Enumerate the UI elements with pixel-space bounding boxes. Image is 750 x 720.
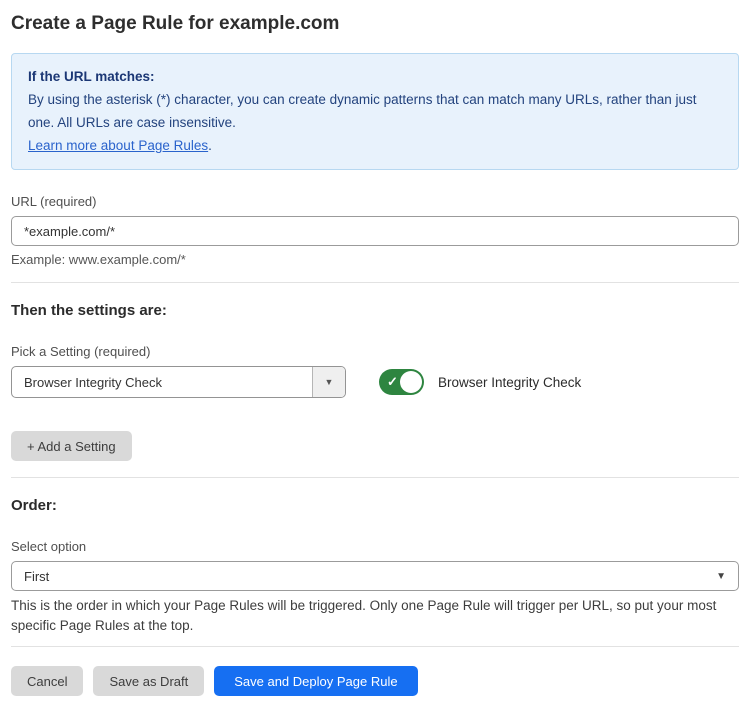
toggle-knob xyxy=(400,371,422,393)
save-draft-button[interactable]: Save as Draft xyxy=(93,666,204,696)
order-select-value: First xyxy=(12,569,716,584)
cancel-button[interactable]: Cancel xyxy=(11,666,83,696)
check-icon: ✓ xyxy=(387,375,398,388)
pick-setting-label: Pick a Setting (required) xyxy=(11,344,739,360)
url-example-text: Example: www.example.com/* xyxy=(11,252,739,268)
url-input[interactable] xyxy=(11,216,739,246)
setting-select-value: Browser Integrity Check xyxy=(12,375,312,390)
browser-integrity-toggle[interactable]: ✓ xyxy=(379,369,424,395)
order-select-label: Select option xyxy=(11,539,739,555)
toggle-label: Browser Integrity Check xyxy=(438,375,581,390)
info-box-body: By using the asterisk (*) character, you… xyxy=(28,88,722,134)
learn-more-link[interactable]: Learn more about Page Rules xyxy=(28,138,208,153)
toggle-wrap: ✓ Browser Integrity Check xyxy=(379,369,581,395)
order-help-text: This is the order in which your Page Rul… xyxy=(11,596,731,636)
page-rule-form: Create a Page Rule for example.com If th… xyxy=(0,12,750,696)
order-select[interactable]: First ▼ xyxy=(11,561,739,591)
add-setting-button[interactable]: + Add a Setting xyxy=(11,431,132,461)
divider xyxy=(11,282,739,283)
chevron-down-icon[interactable]: ▼ xyxy=(312,367,345,397)
setting-row: Browser Integrity Check ▼ ✓ Browser Inte… xyxy=(11,366,739,398)
save-deploy-button[interactable]: Save and Deploy Page Rule xyxy=(214,666,417,696)
setting-select[interactable]: Browser Integrity Check ▼ xyxy=(11,366,346,398)
page-title: Create a Page Rule for example.com xyxy=(11,12,739,36)
chevron-down-icon: ▼ xyxy=(716,571,738,582)
info-box-heading: If the URL matches: xyxy=(28,65,722,88)
divider xyxy=(11,477,739,478)
link-period: . xyxy=(208,138,212,153)
info-box-link-line: Learn more about Page Rules. xyxy=(28,134,722,157)
url-label: URL (required) xyxy=(11,194,739,210)
url-matches-info-box: If the URL matches: By using the asteris… xyxy=(11,53,739,170)
footer-actions: Cancel Save as Draft Save and Deploy Pag… xyxy=(11,666,739,696)
divider xyxy=(11,646,739,647)
order-section-heading: Order: xyxy=(11,496,739,515)
settings-section-heading: Then the settings are: xyxy=(11,301,739,320)
